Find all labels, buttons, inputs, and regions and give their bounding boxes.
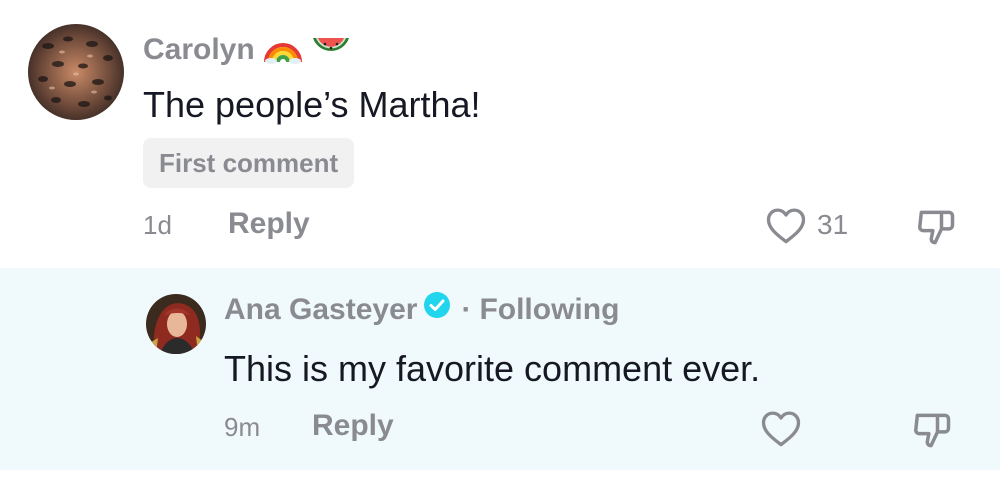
avatar[interactable]: [146, 294, 206, 354]
reply-button[interactable]: Reply: [228, 207, 310, 241]
comment-time: 9m: [224, 412, 261, 442]
separator-dot: ·: [461, 293, 472, 326]
like-button[interactable]: [760, 408, 812, 448]
watermelon-icon: [311, 30, 351, 72]
rainbow-icon: [263, 30, 303, 72]
avatar[interactable]: [28, 24, 124, 120]
comment-author[interactable]: Carolyn: [143, 30, 351, 72]
like-button[interactable]: 31: [765, 205, 848, 245]
reply-comment: Ana Gasteyer · Following This is my favor…: [0, 268, 1000, 470]
comment-text: This is my favorite comment ever.: [224, 348, 761, 389]
reply-button[interactable]: Reply: [312, 409, 394, 443]
heart-icon: [766, 208, 806, 244]
thumbs-down-icon: [914, 413, 951, 448]
first-comment-badge: First comment: [143, 138, 355, 188]
following-label: Following: [479, 293, 620, 326]
like-count: 31: [817, 209, 849, 240]
dislike-button[interactable]: [910, 408, 954, 457]
comment: Carolyn The people’s Martha! First comme…: [0, 0, 1000, 268]
heart-icon: [761, 411, 801, 447]
thumbs-down-icon: [918, 210, 955, 245]
comment-author[interactable]: Ana Gasteyer · Following: [224, 291, 620, 327]
comment-text: The people’s Martha!: [143, 84, 481, 125]
author-name[interactable]: Ana Gasteyer: [224, 293, 417, 326]
author-name[interactable]: Carolyn: [143, 33, 255, 66]
verified-badge-icon: [423, 291, 451, 327]
comment-time: 1d: [143, 210, 172, 240]
dislike-button[interactable]: [914, 205, 958, 254]
